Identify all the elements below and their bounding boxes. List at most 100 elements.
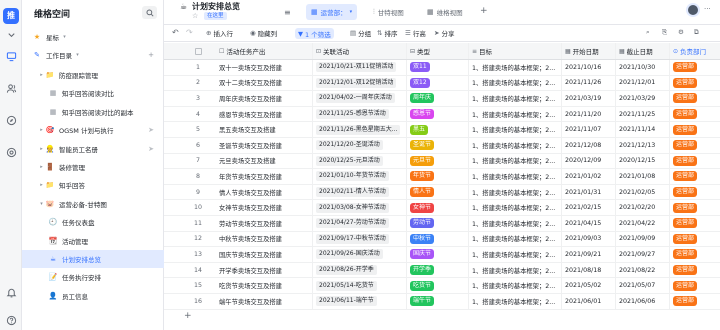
cell-rel[interactable]: 2021/08/26-开学季 bbox=[313, 262, 407, 278]
linked-record-chip[interactable]: 2021/04/02-一周年庆活动 bbox=[316, 93, 395, 104]
description-tag[interactable]: 在这里 bbox=[204, 12, 227, 20]
linked-record-chip[interactable]: 2021/08/26-开学季 bbox=[316, 265, 377, 276]
cell-dept[interactable]: 运营部 bbox=[670, 122, 720, 137]
group-button[interactable]: ▤ 分组 bbox=[350, 28, 371, 38]
bell-icon[interactable] bbox=[5, 286, 17, 298]
table-row[interactable]: 16 端午节卖场交互及搭建 2021/06/11-端午节 端午节 1、搭建卖场的基本框架… bbox=[164, 294, 720, 310]
redo-icon[interactable]: ↷ bbox=[186, 28, 193, 37]
cell-end[interactable]: 2021/12/01 bbox=[616, 75, 670, 91]
linked-record-chip[interactable]: 2021/09/17-中秋节活动 bbox=[316, 233, 389, 244]
cell-type[interactable]: 女神节 bbox=[407, 200, 469, 215]
row-height-button[interactable]: ☰ 行高 bbox=[405, 28, 426, 38]
cell-dept[interactable]: 运营部 bbox=[670, 76, 720, 91]
cell-type[interactable]: 年货节 bbox=[407, 169, 469, 184]
more-icon[interactable]: ··· bbox=[704, 5, 711, 13]
cell-start[interactable]: 2021/11/20 bbox=[562, 106, 616, 122]
cell-type[interactable]: 端午节 bbox=[407, 294, 469, 309]
cell-goal[interactable]: 1、搭建卖场的基本框架；2... bbox=[469, 184, 562, 200]
cell-name[interactable]: 黑五卖场交互及搭建 bbox=[216, 122, 313, 137]
add-view-icon[interactable]: + bbox=[480, 6, 488, 16]
cell-start[interactable]: 2021/01/31 bbox=[562, 184, 616, 200]
table-row[interactable]: 14 开学季卖场交互及搭建 2021/08/26-开学季 开学季 1、搭建卖场的基本框架… bbox=[164, 262, 720, 279]
cell-type[interactable]: 周年庆 bbox=[407, 91, 469, 106]
cell-type[interactable]: 国庆节 bbox=[407, 247, 469, 262]
col-header-end[interactable]: ▦ 截止日期 bbox=[616, 43, 670, 59]
linked-record-chip[interactable]: 2021/11/25-感恩节活动 bbox=[316, 109, 389, 120]
cell-start[interactable]: 2021/04/15 bbox=[562, 216, 616, 231]
col-header-type[interactable]: ⊟ 类型 bbox=[407, 43, 469, 59]
table-row[interactable]: 2 双十二卖场交互及搭建 2021/12/01-双12促销活动 双12 1、搭建卖场的基… bbox=[164, 75, 720, 92]
cell-rel[interactable]: 2021/06/11-端午节 bbox=[313, 294, 407, 309]
avatar[interactable] bbox=[686, 3, 700, 17]
cell-start[interactable]: 2021/09/21 bbox=[562, 247, 616, 262]
cell-name[interactable]: 年货节卖场交互及搭建 bbox=[216, 169, 313, 184]
cell-name[interactable]: 开学季卖场交互及搭建 bbox=[216, 262, 313, 278]
cell-name[interactable]: 圣诞节卖场交互及搭建 bbox=[216, 138, 313, 153]
cell-goal[interactable]: 1、搭建卖场的基本框架；2... bbox=[469, 106, 562, 122]
cell-name[interactable]: 国庆节卖场交互及搭建 bbox=[216, 247, 313, 262]
cell-start[interactable]: 2021/08/18 bbox=[562, 262, 616, 278]
linked-record-chip[interactable]: 2021/10/21-双11促销活动 bbox=[316, 62, 397, 73]
cell-name[interactable]: 双十一卖场交互及搭建 bbox=[216, 60, 313, 75]
cell-rel[interactable]: 2021/12/01-双12促销活动 bbox=[313, 75, 407, 91]
cell-dept[interactable]: 运营部 bbox=[670, 154, 720, 169]
star-icon[interactable]: ☆ bbox=[192, 12, 198, 20]
cell-type[interactable]: 吃货节 bbox=[407, 278, 469, 293]
linked-record-chip[interactable]: 2021/01/10-年货节活动 bbox=[316, 171, 389, 182]
cell-dept[interactable]: 运营部 bbox=[670, 216, 720, 231]
col-header-dept[interactable]: ⊙ 负责部门 bbox=[670, 43, 720, 59]
table-row[interactable]: 10 女神节卖场交互及搭建 2021/03/08-女神节活动 女神节 1、搭建卖场的基本… bbox=[164, 200, 720, 216]
cell-goal[interactable]: 1、搭建卖场的基本框架；2... bbox=[469, 278, 562, 293]
cell-type[interactable]: 双11 bbox=[407, 60, 469, 75]
cell-end[interactable]: 2021/11/25 bbox=[616, 106, 670, 122]
cell-dept[interactable]: 运营部 bbox=[670, 263, 720, 278]
settings-icon[interactable] bbox=[5, 146, 17, 158]
sort-button[interactable]: ⇅ 排序 bbox=[377, 28, 397, 38]
cell-rel[interactable]: 2021/09/26-国庆活动 bbox=[313, 247, 407, 262]
cell-goal[interactable]: 1、搭建卖场的基本框架；2... bbox=[469, 231, 562, 247]
table-row[interactable]: 1 双十一卖场交互及搭建 2021/10/21-双11促销活动 双11 1、搭建卖场的基… bbox=[164, 60, 720, 76]
search-icon[interactable]: ⌕ bbox=[646, 28, 650, 37]
cell-name[interactable]: 元旦卖场交互及搭建 bbox=[216, 153, 313, 169]
cell-dept[interactable]: 运营部 bbox=[670, 278, 720, 293]
sidebar-item[interactable]: 📝 任务执行安排 bbox=[22, 268, 164, 286]
cell-name[interactable]: 周年庆卖场交互及搭建 bbox=[216, 91, 313, 106]
chevron-icon[interactable]: ▸ bbox=[38, 164, 45, 170]
hide-columns-button[interactable]: ◉ 隐藏列 bbox=[250, 28, 277, 38]
cell-name[interactable]: 情人节卖场交互及搭建 bbox=[216, 184, 313, 200]
sidebar-item[interactable]: ▸ 📁 防疫跟踪管理 bbox=[22, 66, 164, 84]
robot-icon[interactable]: ⚙ bbox=[678, 28, 684, 36]
cell-name[interactable]: 劳动节卖场交互及搭建 bbox=[216, 216, 313, 231]
cell-dept[interactable]: 运营部 bbox=[670, 232, 720, 247]
linked-record-chip[interactable]: 2021/09/26-国庆活动 bbox=[316, 249, 383, 260]
cell-goal[interactable]: 1、搭建卖场的基本框架；2... bbox=[469, 75, 562, 91]
cell-dept[interactable]: 运营部 bbox=[670, 60, 720, 75]
cell-rel[interactable]: 2021/02/11-情人节活动 bbox=[313, 184, 407, 200]
cell-rel[interactable]: 2021/12/20-圣诞活动 bbox=[313, 138, 407, 153]
sidebar-item[interactable]: 📆 活动管理 bbox=[22, 232, 164, 250]
workspace-section[interactable]: ✎ 工作目录 ▾ + bbox=[22, 46, 164, 64]
sidebar-item[interactable]: ☕ 计划安排总览 bbox=[22, 250, 164, 268]
linked-record-chip[interactable]: 2021/12/01-双12促销活动 bbox=[316, 77, 397, 88]
cell-goal[interactable]: 1、搭建卖场的基本框架；2... bbox=[469, 169, 562, 184]
cell-end[interactable]: 2021/10/30 bbox=[616, 60, 670, 75]
cell-type[interactable]: 圣诞节 bbox=[407, 138, 469, 153]
cell-type[interactable]: 劳动节 bbox=[407, 216, 469, 231]
menu-icon[interactable]: ≡ bbox=[284, 8, 291, 17]
cell-start[interactable]: 2021/06/01 bbox=[562, 294, 616, 309]
sidebar-item[interactable]: ▦ 知乎回答阅读对比的副本 bbox=[22, 103, 164, 121]
cell-type[interactable]: 双12 bbox=[407, 75, 469, 91]
cell-goal[interactable]: 1、搭建卖场的基本框架；2... bbox=[469, 122, 562, 137]
table-row[interactable]: 13 国庆节卖场交互及搭建 2021/09/26-国庆活动 国庆节 1、搭建卖场的基本框… bbox=[164, 247, 720, 263]
cell-goal[interactable]: 1、搭建卖场的基本框架；2... bbox=[469, 294, 562, 309]
cell-name[interactable]: 感恩节卖场交互及搭建 bbox=[216, 106, 313, 122]
cell-goal[interactable]: 1、搭建卖场的基本框架；2... bbox=[469, 138, 562, 153]
cell-end[interactable]: 2021/08/22 bbox=[616, 262, 670, 278]
cell-end[interactable]: 2021/05/07 bbox=[616, 278, 670, 293]
cell-rel[interactable]: 2021/11/25-感恩节活动 bbox=[313, 106, 407, 122]
cell-goal[interactable]: 1、搭建卖场的基本框架；2... bbox=[469, 216, 562, 231]
cell-rel[interactable]: 2021/10/21-双11促销活动 bbox=[313, 60, 407, 75]
cell-dept[interactable]: 运营部 bbox=[670, 107, 720, 122]
chevron-icon[interactable]: ▸ bbox=[38, 146, 45, 152]
cell-rel[interactable]: 2021/01/10-年货节活动 bbox=[313, 169, 407, 184]
